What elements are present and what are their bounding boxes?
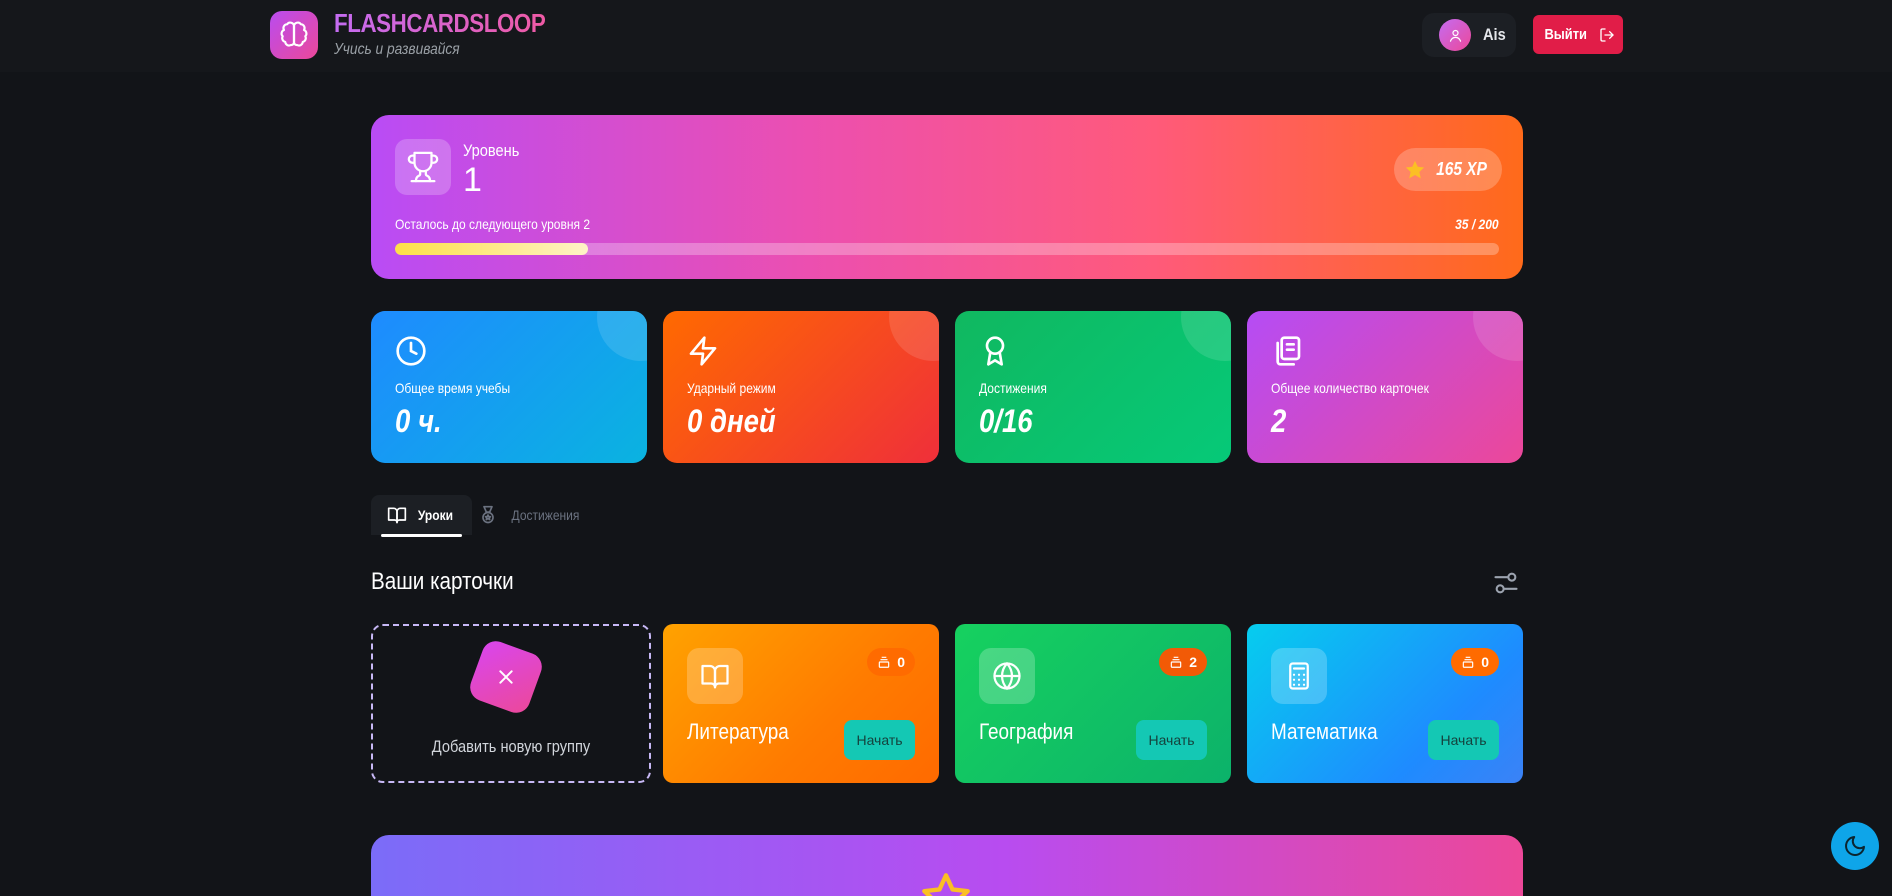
xp-badge: 165 XP [1394,148,1502,191]
brand-subtitle: Учись и развивайся [334,41,460,58]
level-progress-bar [395,243,1499,255]
level-card: Уровень 1 165 XP Осталось до следующего … [371,115,1523,279]
award-icon [985,336,1005,366]
medal-icon [482,505,494,524]
tab-achievements[interactable]: Достижения [462,495,601,535]
open-book-icon [387,507,407,524]
group-name: Математика [1271,719,1378,744]
stat-label: Ударный режим [687,380,776,396]
xp-value: 165 XP [1436,159,1488,179]
logout-icon [1600,27,1614,42]
top-header: FLASHCARDSLOOP Учись и развивайся Ais Вы… [0,0,1892,72]
globe-icon [979,648,1035,704]
bottom-banner [371,835,1523,896]
brain-logo-icon[interactable] [270,11,318,59]
card-count-badge: 2 [1159,648,1207,676]
lightning-icon [689,336,717,366]
card-count: 2 [1189,654,1197,670]
stat-value: 0 ч. [395,403,442,439]
tab-achievements-label: Достижения [511,507,580,523]
group-card-math[interactable]: 0 Математика Начать [1247,624,1523,783]
plus-icon [466,637,546,717]
group-card-literature[interactable]: 0 Литература Начать [663,624,939,783]
start-button[interactable]: Начать [1428,720,1499,760]
user-profile-chip[interactable]: Ais [1422,13,1516,57]
add-group-card[interactable]: Добавить новую группу [371,624,651,783]
level-progress-fill [395,243,589,255]
stat-value: 0 дней [687,403,776,439]
cards-icon [1276,336,1301,366]
clock-icon [396,336,426,366]
stat-label: Достижения [979,380,1047,396]
stat-label: Общее время учебы [395,380,511,396]
level-label: Уровень [463,141,520,160]
group-card-geography[interactable]: 2 География Начать [955,624,1231,783]
progress-label: Осталось до следующего уровня 2 [395,216,591,232]
brand-title[interactable]: FLASHCARDSLOOP [334,8,546,39]
tab-lessons-label: Уроки [417,507,454,523]
user-avatar-icon [1439,19,1471,51]
add-group-label: Добавить новую группу [431,737,591,756]
logout-button[interactable]: Выйти [1533,15,1623,54]
calculator-icon [1271,648,1327,704]
book-icon [687,648,743,704]
group-name: География [979,719,1074,744]
tab-lessons[interactable]: Уроки [371,495,472,537]
theme-toggle-moon-icon[interactable] [1831,822,1879,870]
stat-value: 0/16 [979,403,1033,439]
section-title: Ваши карточки [371,568,514,595]
user-name: Ais [1483,25,1506,44]
active-tab-indicator [381,534,462,537]
stat-card-total-cards: Общее количество карточек 2 [1247,311,1523,463]
start-button[interactable]: Начать [1136,720,1207,760]
card-count: 0 [897,654,905,670]
level-number: 1 [463,161,482,199]
logout-label: Выйти [1544,26,1588,43]
stack-icon [878,656,890,668]
start-button[interactable]: Начать [844,720,915,760]
trophy-icon [395,139,451,195]
card-count-badge: 0 [1451,648,1499,676]
stat-card-achievements: Достижения 0/16 [955,311,1231,463]
stat-card-study-time: Общее время учебы 0 ч. [371,311,647,463]
star-outline-icon [922,873,970,896]
group-name: Литература [687,719,789,744]
stack-icon [1462,656,1474,668]
stat-card-streak: Ударный режим 0 дней [663,311,939,463]
card-count: 0 [1481,654,1489,670]
stat-value: 2 [1271,403,1287,439]
card-count-badge: 0 [867,648,915,676]
stat-label: Общее количество карточек [1271,380,1429,396]
stack-icon [1170,656,1182,668]
star-icon [1406,160,1425,178]
filter-settings-icon[interactable] [1490,567,1522,599]
progress-count: 35 / 200 [1455,216,1499,232]
